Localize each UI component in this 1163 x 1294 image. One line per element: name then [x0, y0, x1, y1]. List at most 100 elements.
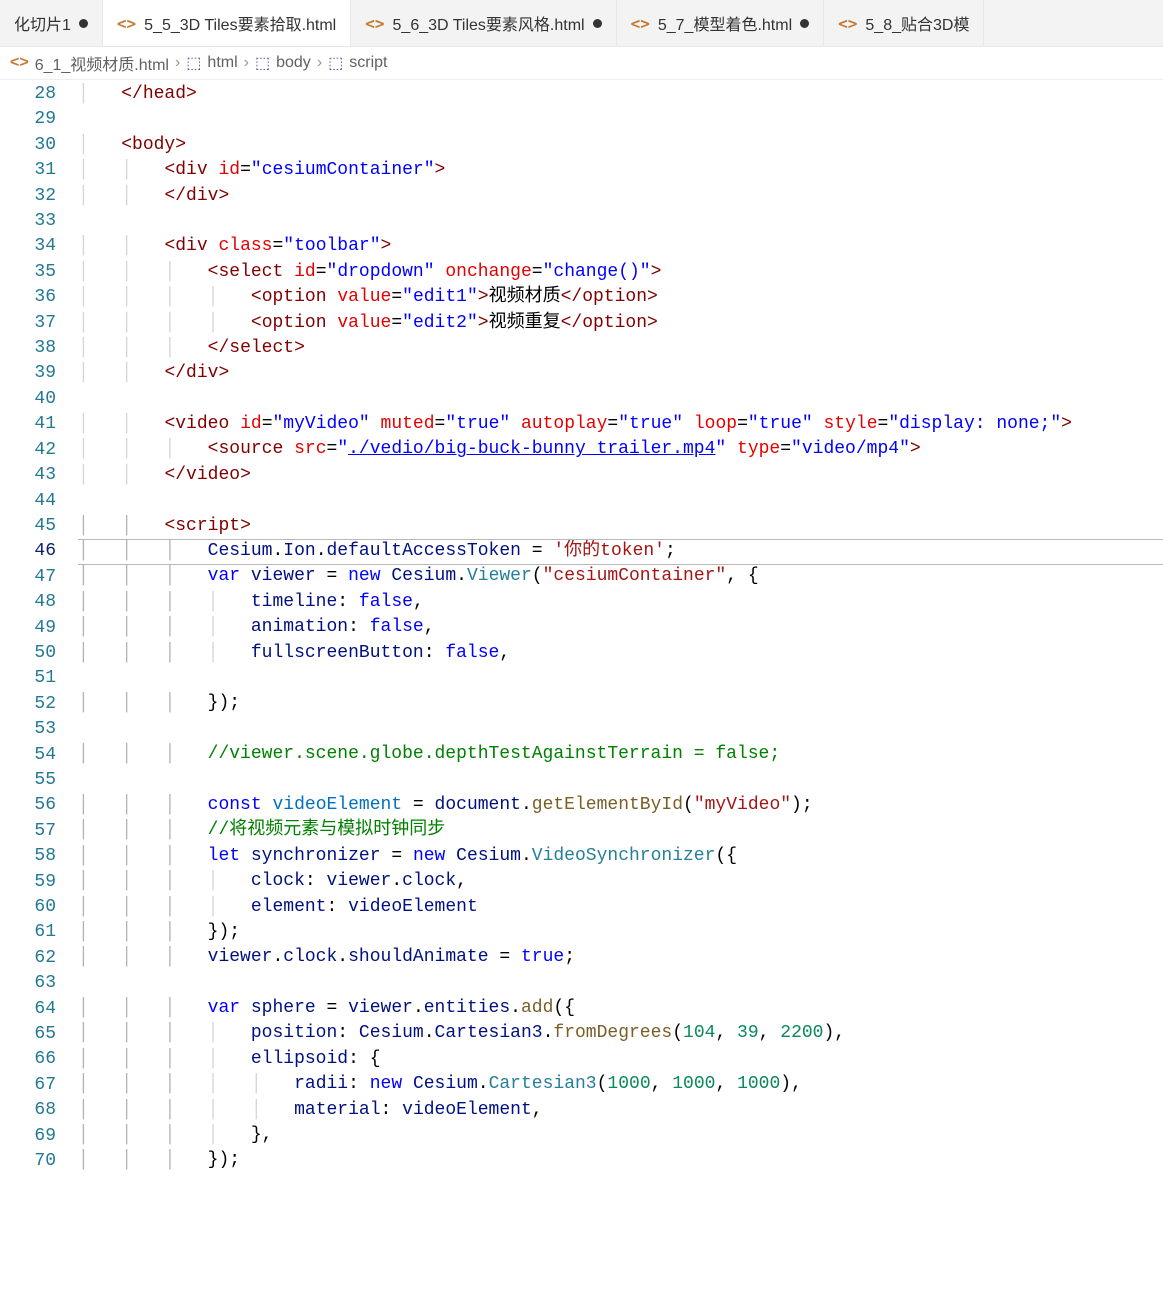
breadcrumb-node[interactable]: body — [276, 54, 311, 72]
code-line[interactable]: │ │ │ │ position: Cesium.Cartesian3.from… — [78, 1021, 1163, 1046]
line-number: 61 — [0, 920, 56, 945]
line-number: 34 — [0, 234, 56, 259]
code-content[interactable]: │ </head> │ <body>│ │ <div id="cesiumCont… — [78, 80, 1163, 1294]
tab-0[interactable]: 化切片1 — [0, 0, 103, 46]
code-line[interactable]: │ │ │ }); — [78, 920, 1163, 945]
code-editor[interactable]: 2829303132333435363738394041424344454647… — [0, 80, 1163, 1294]
symbol-icon: ⬚ — [255, 53, 270, 73]
breadcrumb[interactable]: <> 6_1_视频材质.html › ⬚ html › ⬚ body › ⬚ s… — [0, 47, 1163, 80]
line-number: 67 — [0, 1073, 56, 1098]
code-line[interactable]: │ │ │ var sphere = viewer.entities.add({ — [78, 996, 1163, 1021]
tab-1[interactable]: <> 5_5_3D Tiles要素拾取.html — [103, 0, 351, 46]
code-line[interactable]: │ │ │ }); — [78, 1148, 1163, 1173]
code-line[interactable]: │ │ │ │ <option value="edit1">视频材质</opti… — [78, 285, 1163, 310]
code-line[interactable]: │ │ </div> — [78, 361, 1163, 386]
code-line[interactable]: │ │ │ const videoElement = document.getE… — [78, 793, 1163, 818]
line-number: 45 — [0, 514, 56, 539]
code-line[interactable]: │ │ <div id="cesiumContainer"> — [78, 158, 1163, 183]
code-line[interactable]: │ │ │ </select> — [78, 336, 1163, 361]
line-number: 51 — [0, 666, 56, 691]
modified-dot-icon — [593, 19, 602, 28]
html-file-icon: <> — [10, 54, 29, 72]
chevron-right-icon: › — [175, 54, 180, 72]
code-line[interactable]: │ │ <video id="myVideo" muted="true" aut… — [78, 412, 1163, 437]
breadcrumb-node[interactable]: html — [207, 54, 237, 72]
code-line[interactable]: │ │ │ }); — [78, 691, 1163, 716]
line-number: 38 — [0, 336, 56, 361]
code-line[interactable]: │ │ │ viewer.clock.shouldAnimate = true; — [78, 945, 1163, 970]
code-line[interactable]: │ │ │ │ │ material: videoElement, — [78, 1098, 1163, 1123]
code-line[interactable]: │ │ │ <source src="./vedio/big-buck-bunn… — [78, 437, 1163, 462]
breadcrumb-file[interactable]: 6_1_视频材质.html — [35, 51, 169, 75]
code-line[interactable]: │ │ │ │ │ radii: new Cesium.Cartesian3(1… — [78, 1072, 1163, 1097]
code-line[interactable] — [78, 488, 1163, 513]
line-number: 59 — [0, 870, 56, 895]
line-number: 49 — [0, 616, 56, 641]
line-number: 52 — [0, 692, 56, 717]
line-number: 53 — [0, 717, 56, 742]
tab-label: 化切片1 — [14, 11, 71, 35]
chevron-right-icon: › — [317, 54, 322, 72]
line-number: 60 — [0, 895, 56, 920]
code-line[interactable] — [78, 387, 1163, 412]
line-number: 66 — [0, 1047, 56, 1072]
code-line[interactable]: │ │ </video> — [78, 463, 1163, 488]
tab-4[interactable]: <> 5_8_贴合3D模 — [824, 0, 984, 46]
code-line[interactable]: │ │ │ │ fullscreenButton: false, — [78, 641, 1163, 666]
html-file-icon: <> — [838, 14, 857, 33]
line-number: 54 — [0, 743, 56, 768]
code-line[interactable] — [78, 666, 1163, 691]
code-line[interactable] — [78, 209, 1163, 234]
line-number-gutter: 2829303132333435363738394041424344454647… — [0, 80, 78, 1294]
line-number: 40 — [0, 387, 56, 412]
code-line[interactable]: │ │ │ var viewer = new Cesium.Viewer("ce… — [78, 564, 1163, 589]
code-line[interactable] — [78, 768, 1163, 793]
code-line[interactable]: │ <body> — [78, 133, 1163, 158]
code-line[interactable]: │ │ │ │ element: videoElement — [78, 895, 1163, 920]
code-line[interactable]: │ │ │ │ animation: false, — [78, 615, 1163, 640]
line-number: 46 — [0, 539, 56, 564]
code-line[interactable]: │ │ │ let synchronizer = new Cesium.Vide… — [78, 844, 1163, 869]
tab-3[interactable]: <> 5_7_模型着色.html — [617, 0, 825, 46]
line-number: 62 — [0, 946, 56, 971]
code-line[interactable] — [78, 717, 1163, 742]
code-line[interactable]: │ │ │ //将视频元素与模拟时钟同步 — [78, 818, 1163, 843]
code-line[interactable]: │ │ <script> — [78, 514, 1163, 539]
symbol-icon: ⬚ — [328, 53, 343, 73]
html-file-icon: <> — [117, 14, 136, 33]
html-file-icon: <> — [365, 14, 384, 33]
line-number: 32 — [0, 184, 56, 209]
symbol-icon: ⬚ — [186, 53, 201, 73]
tab-2[interactable]: <> 5_6_3D Tiles要素风格.html — [351, 0, 616, 46]
line-number: 44 — [0, 489, 56, 514]
line-number: 37 — [0, 311, 56, 336]
line-number: 55 — [0, 768, 56, 793]
line-number: 56 — [0, 793, 56, 818]
code-line[interactable]: │ │ </div> — [78, 184, 1163, 209]
code-line[interactable] — [78, 107, 1163, 132]
code-line[interactable]: │ │ │ │ clock: viewer.clock, — [78, 869, 1163, 894]
line-number: 42 — [0, 438, 56, 463]
line-number: 69 — [0, 1124, 56, 1149]
html-file-icon: <> — [631, 14, 650, 33]
code-line[interactable]: │ │ <div class="toolbar"> — [78, 234, 1163, 259]
code-line[interactable]: │ │ │ //viewer.scene.globe.depthTestAgai… — [78, 742, 1163, 767]
line-number: 70 — [0, 1149, 56, 1174]
line-number: 39 — [0, 361, 56, 386]
line-number: 31 — [0, 158, 56, 183]
line-number: 30 — [0, 133, 56, 158]
line-number: 65 — [0, 1022, 56, 1047]
code-line[interactable]: │ │ │ <select id="dropdown" onchange="ch… — [78, 260, 1163, 285]
line-number: 50 — [0, 641, 56, 666]
code-line[interactable]: │ │ │ │ ellipsoid: { — [78, 1047, 1163, 1072]
breadcrumb-node[interactable]: script — [349, 54, 387, 72]
code-line[interactable]: │ </head> — [78, 82, 1163, 107]
tab-label: 5_5_3D Tiles要素拾取.html — [144, 11, 336, 35]
code-line[interactable] — [78, 971, 1163, 996]
code-line[interactable]: │ │ │ │ <option value="edit2">视频重复</opti… — [78, 311, 1163, 336]
tab-label: 5_8_贴合3D模 — [865, 11, 969, 35]
code-line[interactable]: │ │ │ │ timeline: false, — [78, 590, 1163, 615]
code-line[interactable]: │ │ │ │ }, — [78, 1123, 1163, 1148]
modified-dot-icon — [79, 19, 88, 28]
code-line[interactable]: │ │ │ Cesium.Ion.defaultAccessToken = '你… — [78, 539, 1163, 564]
